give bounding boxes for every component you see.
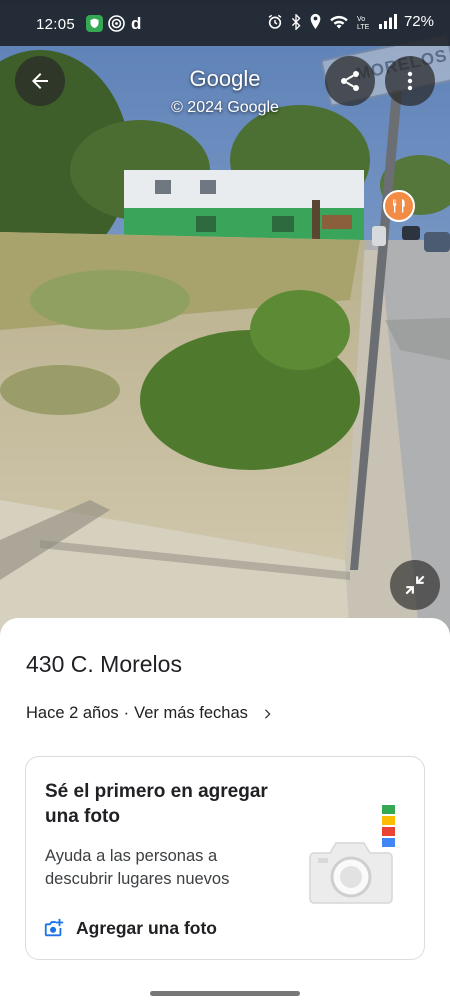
target-icon (108, 15, 125, 32)
place-bottom-sheet: 430 C. Morelos Hace 2 años · Ver más fec… (0, 618, 450, 1006)
more-dates-link[interactable]: Ver más fechas (134, 704, 248, 723)
imagery-provider: Google (189, 66, 261, 91)
imagery-dates-link[interactable]: Hace 2 años · Ver más fechas (26, 704, 274, 723)
signal-icon (378, 14, 397, 29)
more-options-button[interactable] (385, 56, 435, 106)
dot-separator: · (123, 704, 130, 722)
add-photo-card: Sé el primero en agregar una foto Ayuda … (25, 756, 425, 960)
card-description: Ayuda a las personas a descubrir lugares… (45, 847, 230, 888)
status-bar: 12:05 d Vo LTE 72% (0, 0, 450, 46)
volte-icon: Vo LTE (357, 16, 370, 30)
add-photo-icon (44, 918, 64, 937)
copyright-text: © 2024 Google (171, 99, 279, 116)
collapse-view-button[interactable] (390, 560, 440, 610)
shield-icon (86, 15, 103, 32)
camera-icon (309, 805, 395, 904)
back-button[interactable] (15, 56, 65, 106)
collapse-icon (405, 575, 425, 595)
back-arrow-icon (32, 73, 48, 89)
restaurant-pin[interactable] (383, 190, 415, 222)
bluetooth-icon (291, 13, 301, 30)
street-view-image (0, 0, 450, 640)
status-icons: Vo LTE 72% (267, 13, 434, 30)
alarm-icon (268, 14, 282, 29)
home-indicator[interactable] (150, 991, 300, 996)
place-address: 430 C. Morelos (26, 651, 182, 677)
share-button[interactable] (325, 56, 375, 106)
battery-level: 72% (403, 13, 434, 30)
share-icon (341, 71, 359, 91)
add-photo-label: Agregar una foto (76, 917, 217, 938)
wifi-icon (330, 15, 348, 29)
more-vert-icon (407, 71, 413, 91)
app-letter-icon: d (131, 14, 142, 33)
card-title: Sé el primero en agregar una foto (45, 781, 268, 827)
location-icon (310, 13, 321, 30)
svg-text:LTE: LTE (357, 24, 370, 30)
status-time: 12:05 (36, 16, 76, 33)
add-photo-button[interactable]: Agregar una foto (43, 917, 217, 939)
street-view-panorama[interactable] (0, 0, 450, 640)
chevron-right-icon (260, 707, 274, 721)
imagery-date: Hace 2 años (26, 704, 119, 722)
svg-text:Vo: Vo (357, 16, 365, 23)
fork-knife-icon (393, 199, 405, 213)
